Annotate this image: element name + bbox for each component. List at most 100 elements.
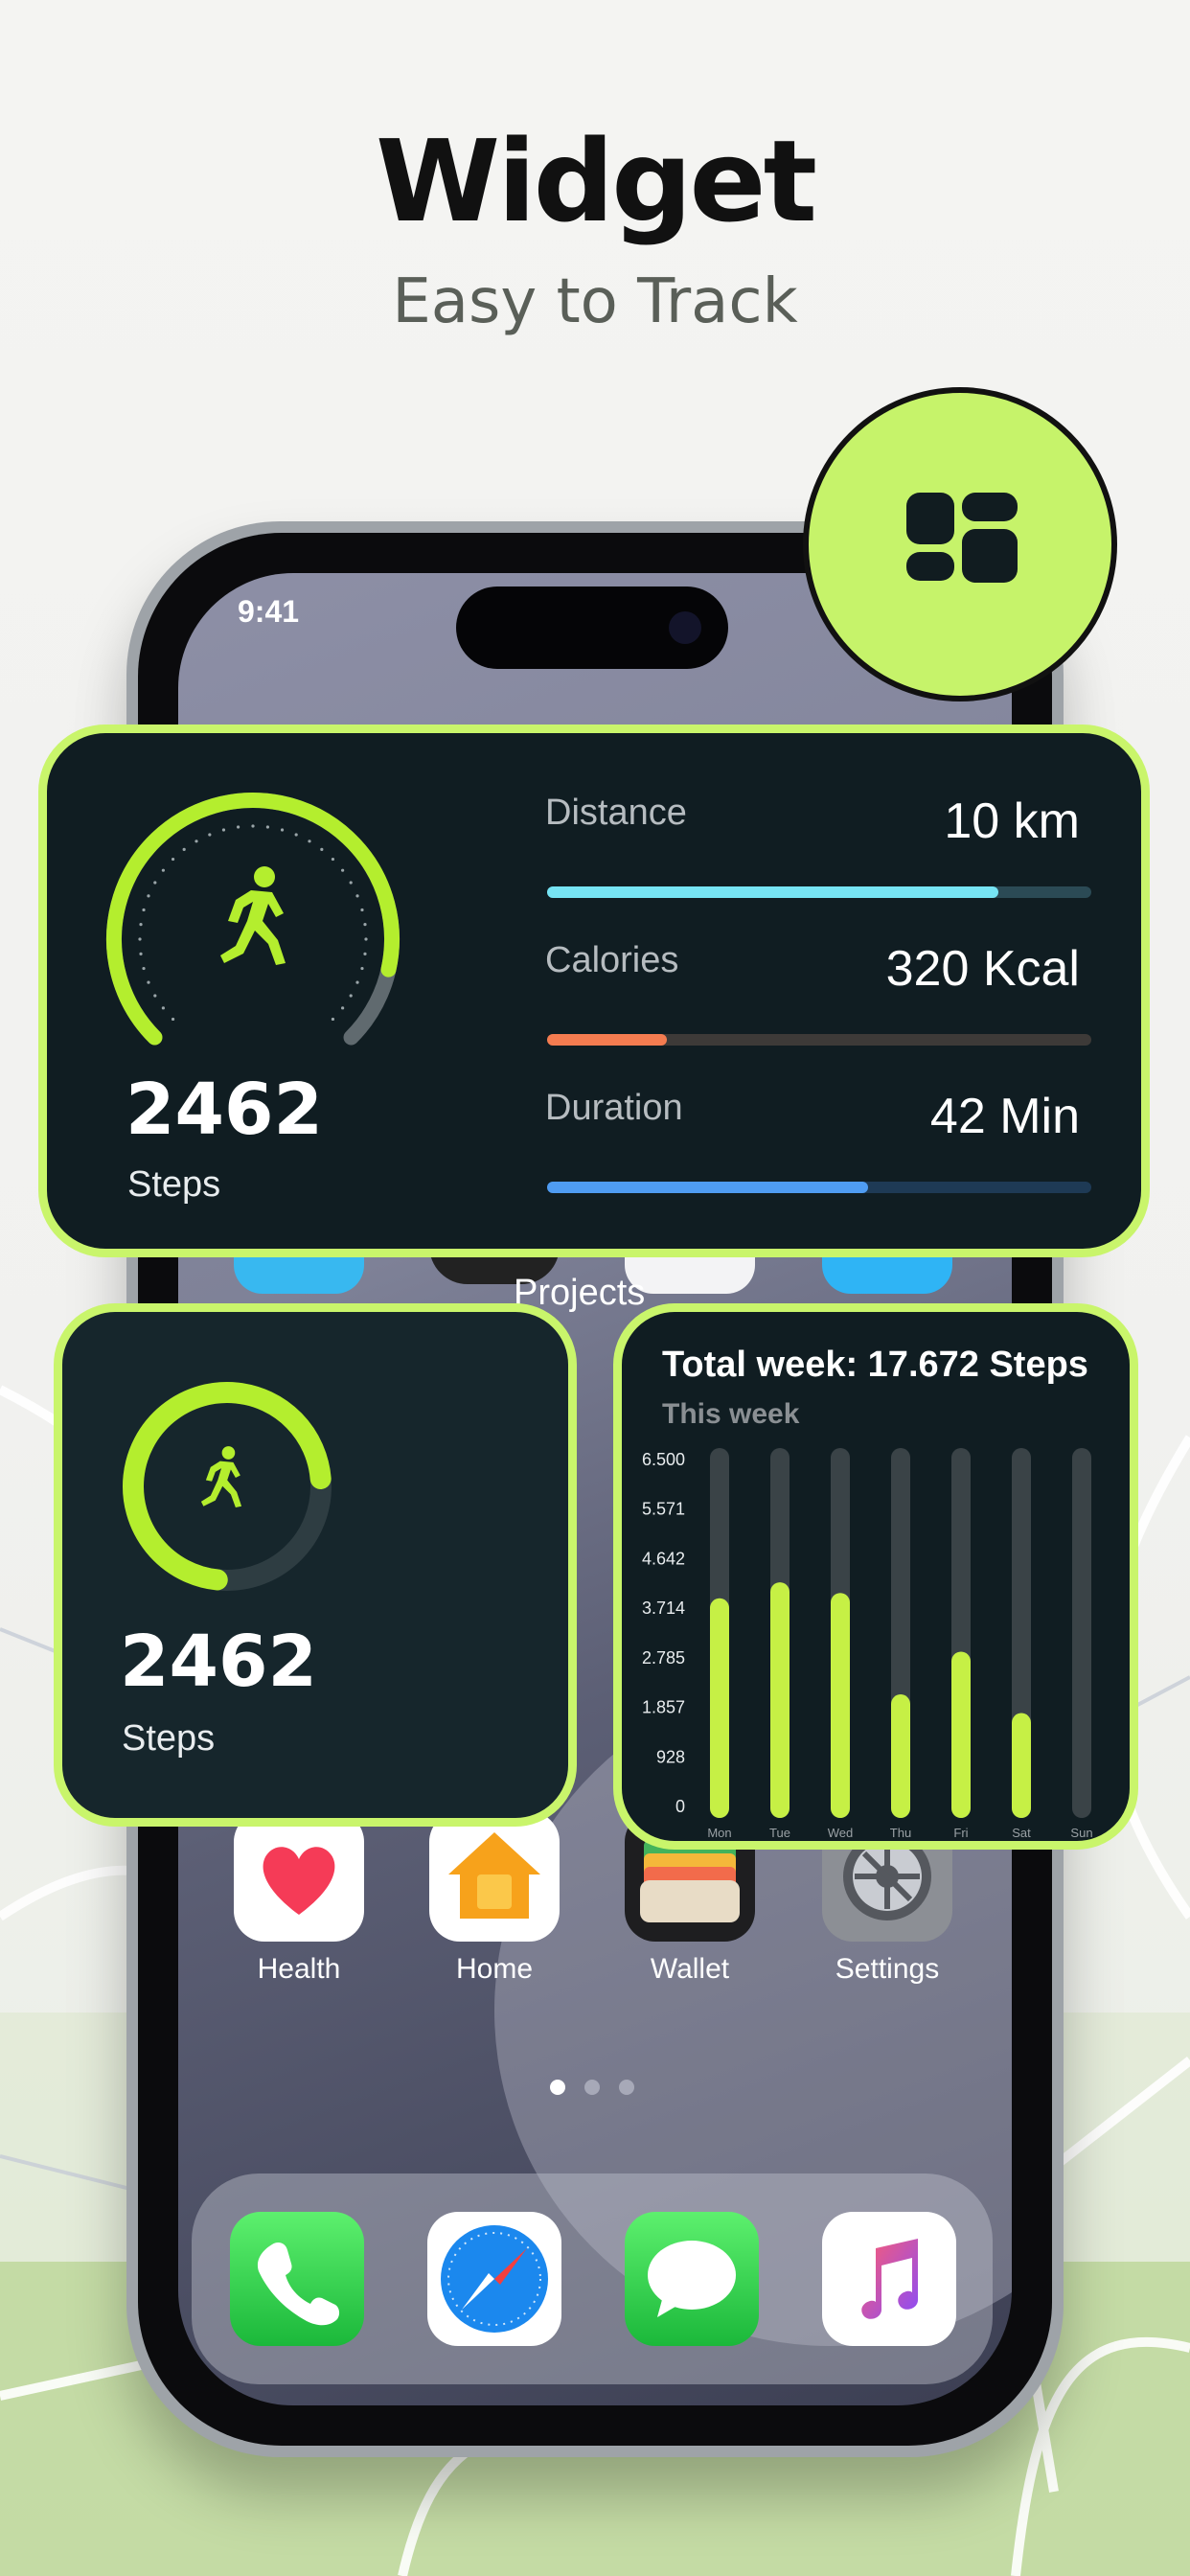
- metric-label: Distance: [545, 793, 687, 833]
- steps-widget-large[interactable]: 2462 Steps Distance 10 km Calories 320 K…: [38, 724, 1150, 1257]
- y-tick-label: 5.571: [642, 1500, 685, 1519]
- weekly-bar-chart: 6.500 5.571 4.642 3.714 2.785 1.857 928 0 Mon Tue…: [642, 1448, 1093, 1840]
- gauge-tick: [341, 868, 345, 872]
- page-title: Widget: [376, 115, 817, 247]
- gauge-tick: [363, 922, 367, 927]
- gauge-tick: [208, 833, 212, 837]
- widget-button[interactable]: [803, 387, 1117, 702]
- gauge-tick: [161, 868, 165, 872]
- gauge-tick: [360, 908, 364, 912]
- gauge-tick: [355, 894, 359, 898]
- bar-fri: [951, 1651, 971, 1818]
- weekly-steps-widget[interactable]: Total week: 17.672 Steps This week 6.500…: [613, 1303, 1138, 1850]
- y-tick-label: 1.857: [642, 1698, 685, 1717]
- metric-value: 42 Min: [929, 1089, 1080, 1144]
- page-dot[interactable]: [550, 2080, 565, 2095]
- gauge-tick: [195, 840, 198, 843]
- home-icon: [429, 1811, 560, 1942]
- y-tick-label: 3.714: [642, 1598, 685, 1618]
- status-time: 9:41: [238, 594, 300, 629]
- gauge-tick: [161, 1006, 165, 1010]
- steps-gauge: [106, 793, 400, 1046]
- gauge-tick: [308, 840, 311, 843]
- gauge-tick: [349, 881, 353, 885]
- x-tick-label: Sun: [1070, 1826, 1092, 1840]
- metric-label: Calories: [545, 940, 679, 980]
- duration-bar: [547, 1182, 1091, 1193]
- y-tick-label: 2.785: [642, 1648, 685, 1668]
- gauge-tick: [280, 828, 285, 832]
- y-tick-label: 6.500: [642, 1450, 685, 1469]
- gauge-tick: [142, 966, 146, 971]
- x-tick-label: Mon: [707, 1826, 731, 1840]
- gauge-tick: [236, 825, 240, 829]
- music-icon[interactable]: [822, 2212, 956, 2346]
- metric-value: 10 km: [944, 794, 1080, 849]
- walking-icon: [200, 1446, 242, 1508]
- page-subtitle: Easy to Track: [392, 266, 798, 337]
- steps-count: 2462: [120, 1621, 317, 1703]
- gauge-tick: [251, 824, 255, 828]
- metric-value: 320 Kcal: [885, 941, 1080, 997]
- camera-icon: [669, 611, 701, 644]
- gauge-tick: [221, 828, 226, 832]
- steps-label: Steps: [127, 1164, 221, 1205]
- widgets-icon: [906, 493, 1018, 583]
- app-label: Health: [257, 1953, 341, 1985]
- walking-icon: [220, 866, 286, 965]
- steps-count: 2462: [126, 1069, 323, 1151]
- gauge-tick: [182, 847, 186, 851]
- gauge-tick: [171, 857, 175, 862]
- gauge-tick: [331, 857, 335, 862]
- app-home[interactable]: Home: [429, 1811, 560, 1986]
- gauge-tick: [364, 937, 368, 941]
- x-tick-label: Wed: [828, 1826, 854, 1840]
- gauge-tick: [171, 1017, 175, 1022]
- gauge-tick: [147, 980, 150, 984]
- steps-label: Steps: [122, 1718, 216, 1759]
- page-dot[interactable]: [584, 2080, 600, 2095]
- app-label: Wallet: [650, 1953, 730, 1985]
- gauge-tick: [360, 966, 364, 971]
- gauge-tick: [153, 881, 157, 885]
- bar-wed: [831, 1593, 850, 1818]
- gauge-tick: [355, 980, 359, 984]
- x-tick-label: Thu: [890, 1826, 911, 1840]
- calories-bar: [547, 1034, 1091, 1046]
- y-tick-label: 928: [656, 1747, 685, 1766]
- bar-sat: [1012, 1713, 1031, 1818]
- bar-mon: [710, 1598, 729, 1818]
- gauge-tick: [341, 1006, 345, 1010]
- health-icon: [234, 1811, 364, 1942]
- gauge-tick: [363, 952, 367, 956]
- x-tick-label: Tue: [769, 1826, 790, 1840]
- phone-icon[interactable]: [230, 2212, 364, 2346]
- x-tick-label: Fri: [953, 1826, 968, 1840]
- gauge-tick: [147, 894, 150, 898]
- gauge-tick: [139, 952, 143, 956]
- page-dot[interactable]: [619, 2080, 634, 2095]
- y-tick-label: 0: [675, 1797, 685, 1816]
- y-tick-label: 4.642: [642, 1549, 685, 1568]
- gauge-tick: [138, 937, 142, 941]
- page-indicator[interactable]: [550, 2080, 653, 2100]
- gauge-tick: [320, 847, 324, 851]
- app-label: Home: [455, 1953, 534, 1985]
- gauge-tick: [139, 922, 143, 927]
- steps-widget-small[interactable]: 2462 Steps: [54, 1303, 577, 1827]
- x-tick-label: Sat: [1012, 1826, 1031, 1840]
- metric-label: Duration: [545, 1088, 683, 1128]
- steps-ring: [122, 1382, 332, 1591]
- gauge-tick: [142, 908, 146, 912]
- gauge-tick: [331, 1017, 335, 1022]
- dynamic-island: [456, 586, 728, 669]
- app-health[interactable]: Health: [234, 1811, 364, 1986]
- gauge-tick: [294, 833, 298, 837]
- gauge-tick: [153, 994, 157, 998]
- bar-tue: [770, 1582, 790, 1818]
- bar-thu: [891, 1694, 910, 1818]
- app-label: Settings: [835, 1953, 940, 1985]
- bar-track: [1072, 1448, 1091, 1818]
- messages-icon[interactable]: [625, 2212, 759, 2346]
- safari-icon[interactable]: [427, 2212, 561, 2346]
